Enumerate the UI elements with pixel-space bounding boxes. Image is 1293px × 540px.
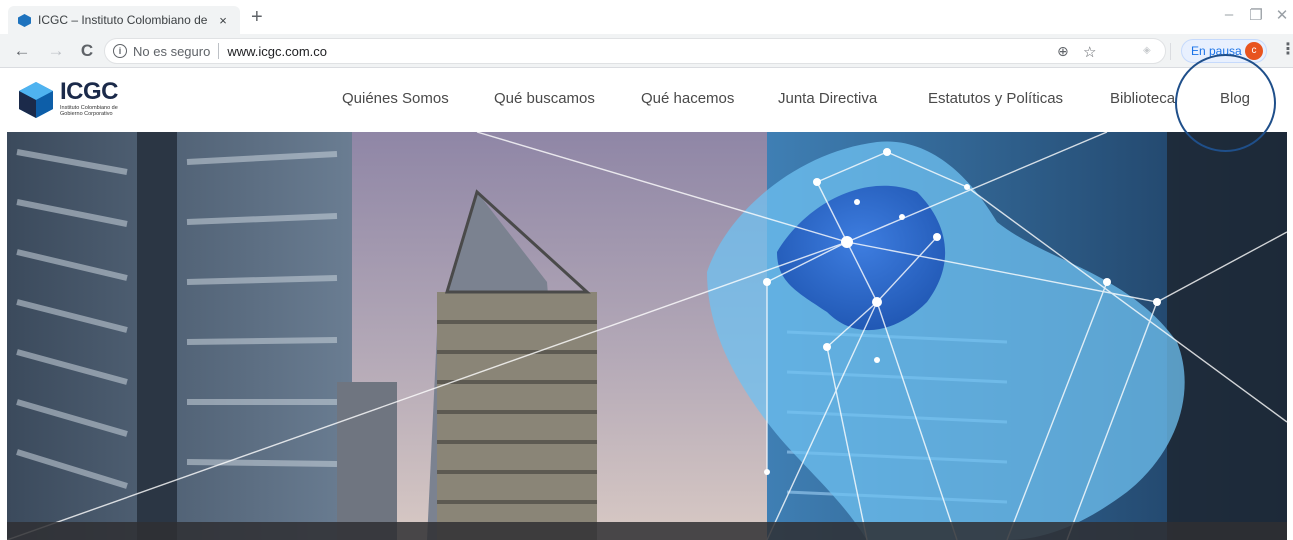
browser-tab[interactable]: ICGC – Instituto Colombiano de G × — [8, 6, 240, 34]
restore-button[interactable]: ❐ — [1246, 6, 1266, 24]
address-bar[interactable]: i No es seguro www.icgc.com.co ⊕ ☆ — [104, 38, 1166, 64]
info-icon[interactable]: i — [113, 44, 127, 58]
tab-close-icon[interactable]: × — [216, 13, 230, 28]
browser-toolbar: ← → C i No es seguro www.icgc.com.co ⊕ ☆ — [0, 34, 1293, 68]
avatar: c — [1245, 42, 1263, 60]
bookmark-star-icon[interactable]: ☆ — [1083, 43, 1096, 61]
window-close-button[interactable]: ✕ — [1272, 6, 1292, 24]
hero-caption-bar — [7, 522, 1287, 540]
new-tab-button[interactable]: + — [251, 7, 263, 27]
extension-icon[interactable]: ◈ — [1143, 45, 1151, 56]
nav-item-estatutos[interactable]: Estatutos y Políticas — [928, 90, 1063, 107]
nav-item-que-hacemos[interactable]: Qué hacemos — [641, 90, 734, 107]
nav-item-biblioteca[interactable]: Biblioteca — [1110, 90, 1175, 107]
hero-image — [7, 132, 1287, 540]
main-nav: Quiénes Somos Qué buscamos Qué hacemos J… — [0, 90, 1293, 110]
toolbar-divider — [1170, 43, 1171, 60]
browser-tabstrip: ICGC – Instituto Colombiano de G × + – ❐… — [0, 0, 1293, 34]
hero-banner — [7, 132, 1287, 540]
url-text[interactable]: www.icgc.com.co — [227, 44, 327, 59]
back-button[interactable]: ← — [12, 42, 32, 59]
security-status: No es seguro — [133, 43, 211, 59]
site-header: ICGC Instituto Colombiano de Gobierno Co… — [0, 68, 1293, 132]
zoom-icon[interactable]: ⊕ — [1057, 43, 1069, 60]
nav-item-que-buscamos[interactable]: Qué buscamos — [494, 90, 595, 107]
blog-highlight-circle — [1175, 54, 1276, 152]
reload-button[interactable]: C — [77, 42, 97, 59]
forward-button[interactable]: → — [46, 42, 66, 59]
tab-title: ICGC – Instituto Colombiano de G — [38, 13, 209, 27]
minimize-button[interactable]: – — [1219, 6, 1239, 23]
nav-item-junta-directiva[interactable]: Junta Directiva — [778, 90, 877, 107]
nav-item-quienes-somos[interactable]: Quiénes Somos — [342, 90, 449, 107]
menu-icon[interactable]: ⋮ — [1280, 42, 1293, 58]
icgc-favicon-icon — [18, 13, 31, 27]
url-divider — [218, 43, 220, 59]
